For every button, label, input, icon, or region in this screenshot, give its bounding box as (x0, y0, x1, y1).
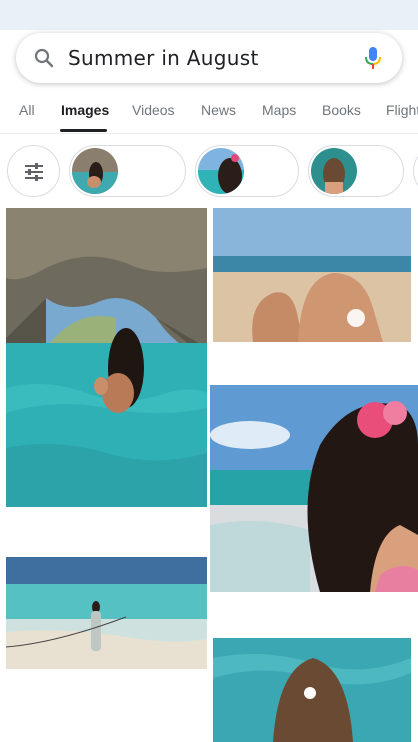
image-result-water-hair[interactable] (213, 638, 411, 742)
search-icon[interactable] (34, 48, 54, 68)
image-result-shore-woman[interactable] (6, 557, 207, 669)
image-result-beach-knee[interactable] (213, 208, 411, 342)
tab-maps[interactable]: Maps (262, 102, 296, 118)
search-tabs: All Images Videos News Maps Books Flight… (0, 94, 418, 134)
filter-chip[interactable] (7, 145, 60, 197)
search-bar[interactable]: Summer in August (16, 33, 402, 83)
search-input[interactable]: Summer in August (68, 46, 259, 70)
suggestion-chip-4[interactable] (413, 145, 418, 197)
tune-sliders-icon (23, 161, 45, 188)
tab-books[interactable]: Books (322, 102, 361, 118)
suggestion-chip-1[interactable] (69, 145, 186, 197)
chip-thumbnail (72, 148, 118, 194)
suggestion-chip-3[interactable] (308, 145, 404, 197)
active-tab-indicator (60, 129, 107, 132)
chip-thumbnail (198, 148, 244, 194)
tab-news[interactable]: News (201, 102, 236, 118)
tab-flights[interactable]: Flights (386, 102, 418, 118)
suggestion-chips (0, 141, 418, 201)
microphone-icon[interactable] (362, 45, 384, 71)
tab-all[interactable]: All (19, 102, 35, 118)
image-result-flower-hair[interactable] (210, 385, 418, 592)
tab-videos[interactable]: Videos (132, 102, 175, 118)
image-result-cave-swimmer[interactable] (6, 208, 207, 507)
chip-thumbnail (311, 148, 357, 194)
tab-images[interactable]: Images (61, 102, 109, 118)
suggestion-chip-2[interactable] (195, 145, 299, 197)
top-band (0, 0, 418, 30)
